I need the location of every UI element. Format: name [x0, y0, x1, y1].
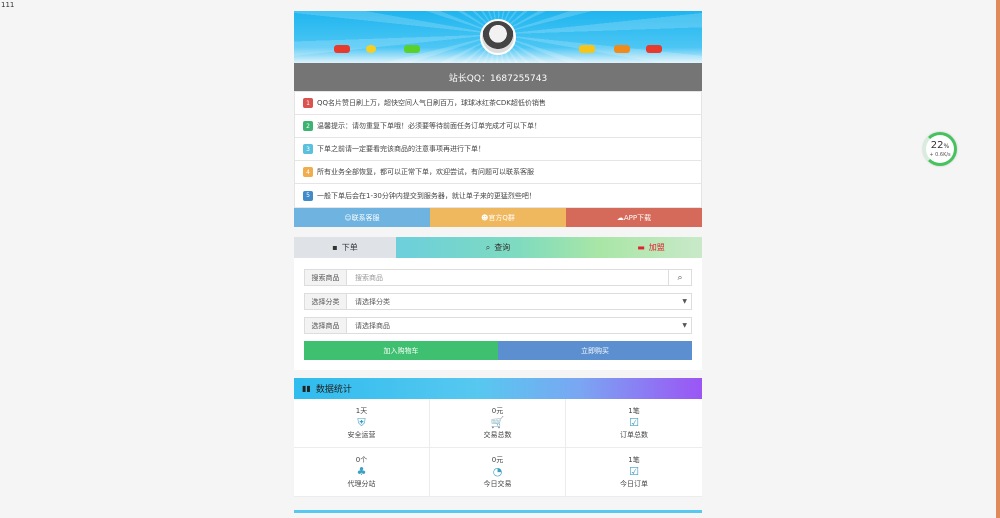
product-select[interactable]: 请选择商品 ▼: [347, 317, 692, 334]
stat-cell: 1天 ⛨ 安全运营: [294, 399, 430, 448]
bar-chart-icon: ▮▮: [302, 384, 311, 393]
contact-service-button[interactable]: ☺ 联系客服: [294, 208, 430, 227]
notice-item: 4 所有业务全部恢复，都可以正常下单，欢迎尝试，有问题可以联系客服: [295, 161, 701, 184]
search-button[interactable]: ⌕: [669, 269, 692, 286]
notice-number: 2: [303, 121, 313, 131]
notice-list: 1 QQ名片赞日刷上万，超快空间人气日刷百万，球球冰红茶CDK超低价销售 2 温馨提…: [294, 91, 702, 208]
kite-icon: [579, 45, 595, 53]
join-icon: ▬: [637, 243, 645, 252]
kite-icon: [646, 45, 662, 53]
stats-header: ▮▮ 数据统计: [294, 378, 702, 399]
stat-value: 0元: [491, 456, 504, 464]
quick-links: ☺ 联系客服 ☻ 官方Q群 ☁ APP下载: [294, 208, 702, 227]
form-buttons: 加入购物车 立即购买: [304, 341, 692, 360]
cart-icon: 🛒: [490, 416, 505, 429]
order-form: 搜索商品 搜索商品 ⌕ 选择分类 请选择分类 ▼ 选择商品 请选择商品 ▼ 加入购物…: [294, 258, 702, 370]
stat-label: 代理分站: [347, 480, 376, 488]
kite-icon: [404, 45, 420, 53]
checkbox-icon: ☑: [629, 465, 639, 478]
order-tabs: ▪ 下单 ⌕ 查询 ▬ 加盟: [294, 237, 702, 258]
speed-rate: + 0.6K/s: [929, 152, 951, 158]
search-icon: ⌕: [485, 242, 491, 252]
sitemap-icon: ♣: [356, 465, 367, 478]
notice-number: 1: [303, 98, 313, 108]
stat-cell: 1笔 ☑ 订单总数: [566, 399, 702, 448]
stat-value: 1天: [355, 407, 368, 415]
tab-join[interactable]: ▬ 加盟: [600, 237, 702, 258]
stat-cell: 0元 🛒 交易总数: [430, 399, 566, 448]
category-label: 选择分类: [304, 293, 347, 310]
product-row: 选择商品 请选择商品 ▼: [304, 317, 692, 334]
speed-widget[interactable]: 22% + 0.6K/s: [923, 132, 957, 166]
search-icon: ⌕: [677, 272, 683, 283]
stats-title: 数据统计: [315, 385, 352, 395]
notice-item: 1 QQ名片赞日刷上万，超快空间人气日刷百万，球球冰红茶CDK超低价销售: [295, 92, 701, 115]
notice-item: 2 温馨提示：请勿重复下单哦！必须要等待前面任务订单完成才可以下单！: [295, 115, 701, 138]
chevron-down-icon: ▼: [682, 322, 687, 329]
stat-value: 0个: [355, 456, 368, 464]
notice-number: 4: [303, 167, 313, 177]
notice-number: 5: [303, 190, 313, 201]
stats-grid: 1天 ⛨ 安全运营 0元 🛒 交易总数 1笔 ☑ 订单总数 0个 ♣ 代理分站 0元 ◔ 今日交易 …: [294, 399, 702, 497]
buy-now-button[interactable]: 立即购买: [498, 341, 692, 360]
tab-query[interactable]: ⌕ 查询: [396, 237, 600, 258]
scrollbar[interactable]: [996, 0, 1000, 518]
search-row: 搜索商品 搜索商品 ⌕: [304, 269, 692, 286]
pie-chart-icon: ◔: [492, 465, 503, 478]
stat-cell: 0个 ♣ 代理分站: [294, 448, 430, 497]
search-input[interactable]: 搜索商品: [347, 269, 669, 286]
stat-label: 今日订单: [620, 480, 648, 488]
corner-text: 111: [1, 1, 15, 9]
search-label: 搜索商品: [304, 269, 347, 286]
category-row: 选择分类 请选择分类 ▼: [304, 293, 692, 310]
stat-value: 0元: [491, 407, 504, 415]
stat-label: 安全运营: [347, 431, 376, 439]
tab-order[interactable]: ▪ 下单: [294, 237, 396, 258]
checkbox-icon: ☑: [629, 416, 639, 429]
app-download-button[interactable]: ☁ APP下载: [566, 208, 702, 227]
stat-value: 1笔: [628, 456, 640, 464]
official-group-button[interactable]: ☻ 官方Q群: [430, 208, 566, 227]
stat-label: 今日交易: [483, 480, 512, 488]
product-label: 选择商品: [304, 317, 347, 334]
kite-icon: [334, 45, 350, 53]
user-icon: ☺: [344, 213, 352, 222]
stat-label: 订单总数: [620, 431, 648, 439]
category-select[interactable]: 请选择分类 ▼: [347, 293, 692, 310]
notice-item: 5 一般下单后会在1-30分钟内提交到服务器，就让单子来的更猛烈些吧！: [295, 184, 701, 207]
stat-cell: 1笔 ☑ 今日订单: [566, 448, 702, 497]
stat-cell: 0元 ◔ 今日交易: [430, 448, 566, 497]
avatar[interactable]: [480, 19, 516, 55]
next-section-header: [294, 510, 702, 513]
main-column: 站长QQ：1687255743 1 QQ名片赞日刷上万，超快空间人气日刷百万，球球…: [294, 11, 702, 513]
speed-percent: 22%: [930, 140, 950, 151]
header-banner: [294, 11, 702, 63]
cloud-download-icon: ☁: [616, 213, 624, 222]
kite-icon: [614, 45, 630, 53]
shield-icon: ⛨: [357, 416, 366, 429]
notice-number: 3: [303, 144, 313, 154]
notice-item: 3 下单之前请一定要看完该商品的注意事项再进行下单！: [295, 138, 701, 161]
moon-icon: [366, 45, 376, 53]
stat-label: 交易总数: [483, 431, 512, 439]
stat-value: 1笔: [628, 407, 640, 415]
group-icon: ☻: [481, 213, 489, 222]
chevron-down-icon: ▼: [682, 298, 687, 305]
owner-qq: 站长QQ：1687255743: [294, 63, 702, 91]
add-to-cart-button[interactable]: 加入购物车: [304, 341, 498, 360]
shopping-bag-icon: ▪: [332, 243, 338, 252]
